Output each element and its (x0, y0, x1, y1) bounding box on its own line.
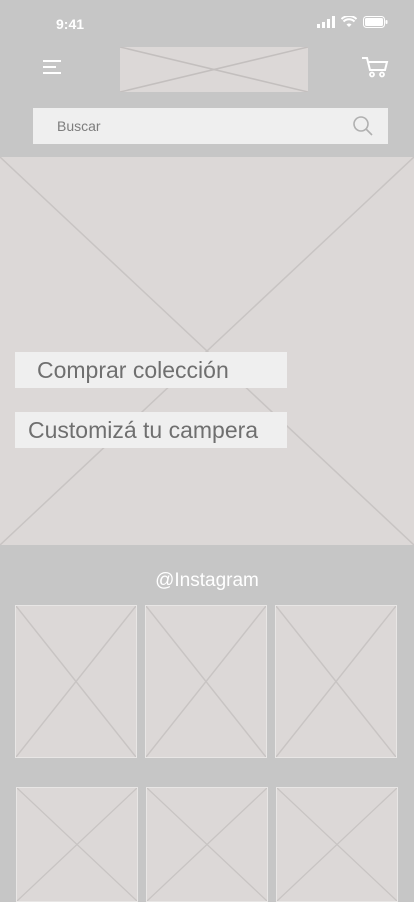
hero-image-placeholder (0, 157, 414, 545)
shop-collection-button[interactable]: Comprar colección (15, 352, 287, 388)
status-icons (317, 16, 388, 28)
battery-icon (363, 16, 388, 28)
signal-icon (317, 16, 335, 28)
search-bar[interactable]: Buscar (33, 108, 388, 144)
instagram-tile[interactable] (146, 787, 268, 902)
instagram-tile[interactable] (15, 605, 137, 758)
cart-button[interactable] (361, 56, 389, 78)
instagram-tile[interactable] (276, 787, 398, 902)
wifi-icon (341, 16, 357, 27)
instagram-tile[interactable] (145, 605, 267, 758)
cart-icon (362, 57, 389, 78)
logo-placeholder (120, 47, 308, 92)
instagram-tile[interactable] (16, 787, 138, 902)
search-input[interactable]: Buscar (57, 108, 101, 144)
customize-jacket-button[interactable]: Customizá tu campera (15, 412, 287, 448)
instagram-title: @Instagram (155, 570, 259, 591)
status-time: 9:41 (56, 16, 85, 32)
hamburger-icon (43, 60, 61, 74)
menu-button[interactable] (43, 58, 63, 76)
instagram-tile[interactable] (275, 605, 397, 758)
search-icon[interactable] (352, 115, 374, 137)
